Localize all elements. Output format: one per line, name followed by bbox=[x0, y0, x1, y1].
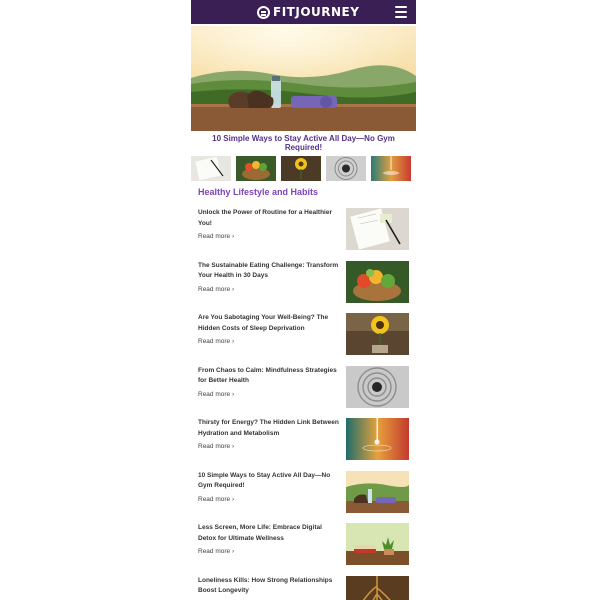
water-drop-image[interactable] bbox=[346, 418, 409, 460]
vegetable-basket-image[interactable] bbox=[346, 260, 409, 303]
read-more-link[interactable]: Read more › bbox=[198, 391, 234, 398]
list-item[interactable]: From Chaos to Calm: Mindfulness Strategi… bbox=[198, 365, 409, 419]
thumbnail-sunflower-image[interactable] bbox=[281, 156, 321, 181]
brand-name: FITJOURNEY bbox=[273, 5, 360, 19]
site-header: FITJOURNEY bbox=[191, 0, 416, 24]
logo-icon bbox=[257, 5, 270, 19]
list-item[interactable]: Loneliness Kills: How Strong Relationshi… bbox=[198, 575, 409, 600]
article-list: Unlock the Power of Routine for a Health… bbox=[198, 208, 409, 600]
article-title[interactable]: 10 Simple Ways to Stay Active All Day—No… bbox=[198, 471, 341, 492]
list-item[interactable]: The Sustainable Eating Challenge: Transf… bbox=[198, 260, 409, 314]
hero-title[interactable]: 10 Simple Ways to Stay Active All Day—No… bbox=[201, 134, 406, 152]
article-title[interactable]: From Chaos to Calm: Mindfulness Strategi… bbox=[198, 366, 341, 387]
tree-roots-image[interactable] bbox=[346, 575, 409, 600]
read-more-link[interactable]: Read more › bbox=[198, 233, 234, 240]
thumbnail-notebook-image[interactable] bbox=[191, 156, 231, 181]
article-title[interactable]: The Sustainable Eating Challenge: Transf… bbox=[198, 261, 341, 282]
read-more-link[interactable]: Read more › bbox=[198, 286, 234, 293]
mobile-page: FITJOURNEY 10 Simple Ways to Stay Active… bbox=[191, 0, 416, 600]
list-item[interactable]: Unlock the Power of Routine for a Health… bbox=[198, 208, 409, 261]
hamburger-icon[interactable] bbox=[395, 5, 407, 19]
list-item[interactable]: Are You Sabotaging Your Well-Being? The … bbox=[198, 313, 409, 366]
article-title[interactable]: Less Screen, More Life: Embrace Digital … bbox=[198, 523, 341, 544]
thumbnail-vegetable-basket-image[interactable] bbox=[236, 156, 276, 181]
hero-image[interactable] bbox=[191, 26, 416, 131]
list-item[interactable]: Thirsty for Energy? The Hidden Link Betw… bbox=[198, 418, 409, 471]
article-title[interactable]: Loneliness Kills: How Strong Relationshi… bbox=[198, 576, 341, 597]
plant-books-image[interactable] bbox=[346, 523, 409, 565]
read-more-link[interactable]: Read more › bbox=[198, 443, 234, 450]
thumbnail-strip bbox=[191, 156, 416, 181]
hiking-shoes-image[interactable] bbox=[346, 470, 409, 513]
notebook-image[interactable] bbox=[346, 208, 409, 250]
site-logo[interactable]: FITJOURNEY bbox=[257, 4, 359, 20]
thumbnail-water-drop-image[interactable] bbox=[371, 156, 411, 181]
section-title: Healthy Lifestyle and Habits bbox=[198, 187, 319, 197]
article-title[interactable]: Are You Sabotaging Your Well-Being? The … bbox=[198, 313, 341, 334]
thumbnail-zen-stone-image[interactable] bbox=[326, 156, 366, 181]
article-title[interactable]: Unlock the Power of Routine for a Health… bbox=[198, 208, 341, 229]
list-item[interactable]: Less Screen, More Life: Embrace Digital … bbox=[198, 523, 409, 576]
read-more-link[interactable]: Read more › bbox=[198, 338, 234, 345]
article-title[interactable]: Thirsty for Energy? The Hidden Link Betw… bbox=[198, 418, 341, 439]
read-more-link[interactable]: Read more › bbox=[198, 548, 234, 555]
list-item[interactable]: 10 Simple Ways to Stay Active All Day—No… bbox=[198, 470, 409, 524]
zen-stone-image[interactable] bbox=[346, 365, 409, 408]
read-more-link[interactable]: Read more › bbox=[198, 496, 234, 503]
sunflower-image[interactable] bbox=[346, 313, 409, 355]
